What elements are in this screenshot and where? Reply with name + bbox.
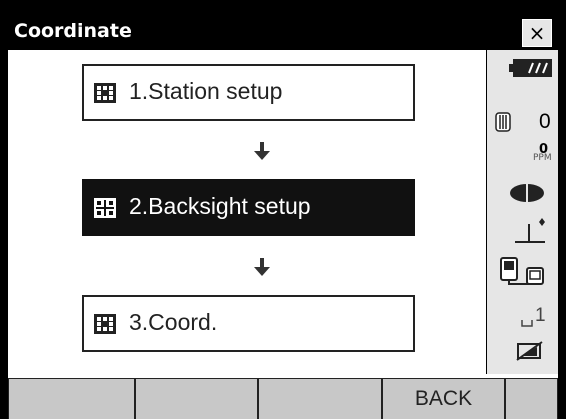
back-button[interactable]: BACK (382, 378, 505, 419)
battery-icon (509, 59, 552, 77)
station-setup-button[interactable]: 1.Station setup (82, 64, 415, 121)
input-mode-indicator[interactable]: 1 (535, 305, 546, 327)
softkey-3[interactable] (258, 378, 382, 419)
softkey-1[interactable] (8, 378, 135, 419)
grid-icon (94, 314, 116, 334)
arrow-down-icon (254, 258, 270, 276)
close-button[interactable]: × (522, 19, 552, 47)
title-bar: Coordinate × (8, 16, 558, 50)
screen: Coordinate × 1.Station setup 2.Backsight… (0, 0, 566, 419)
target-icon[interactable] (509, 182, 545, 204)
window-title: Coordinate (14, 20, 132, 42)
ppm-unit: PPM (533, 153, 552, 163)
communication-icon[interactable] (499, 256, 547, 286)
station-setup-label: 1.Station setup (129, 78, 283, 104)
softkey-side[interactable] (505, 378, 558, 419)
prism-constant-value: 0 (539, 110, 551, 133)
coord-label: 3.Coord. (129, 309, 218, 335)
softkey-bar: BACK (8, 374, 558, 419)
grid-icon (94, 83, 116, 103)
arrow-down-icon (254, 142, 270, 160)
softkey-2[interactable] (135, 378, 258, 419)
step-panel: 1.Station setup 2.Backsight setup 3.Coor… (8, 50, 486, 374)
coord-button[interactable]: 3.Coord. (82, 295, 415, 352)
backsight-icon (94, 198, 116, 218)
prism-icon (495, 112, 511, 132)
backsight-setup-button[interactable]: 2.Backsight setup (82, 179, 415, 236)
input-mode-icon (521, 320, 533, 327)
memory-icon (516, 341, 543, 361)
status-panel: 0 0 PPM 1 (486, 50, 558, 374)
backsight-setup-label: 2.Backsight setup (129, 193, 311, 219)
tilt-icon[interactable] (513, 216, 549, 246)
